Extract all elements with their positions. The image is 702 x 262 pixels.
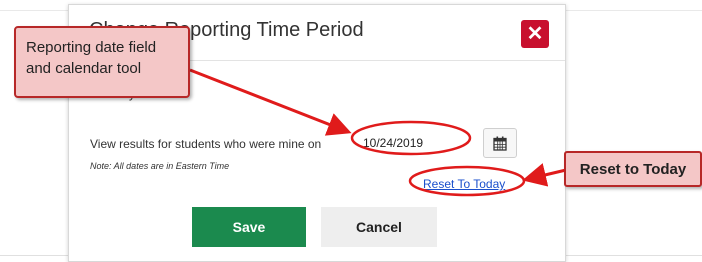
save-button[interactable]: Save [192,207,306,247]
reset-callout: Reset to Today [564,151,702,187]
reporting-date-input[interactable] [359,130,471,156]
calendar-icon [493,136,507,151]
timezone-note: Note: All dates are in Eastern Time [90,161,230,171]
cancel-button[interactable]: Cancel [321,207,437,247]
close-x-icon: ✕ [526,23,544,45]
reset-to-today-link[interactable]: Reset To Today [423,177,505,191]
date-field-callout: Reporting date field and calendar tool [14,26,190,98]
close-button[interactable]: ✕ [521,20,549,48]
calendar-button[interactable] [483,128,517,158]
view-results-label: View results for students who were mine … [90,137,322,151]
